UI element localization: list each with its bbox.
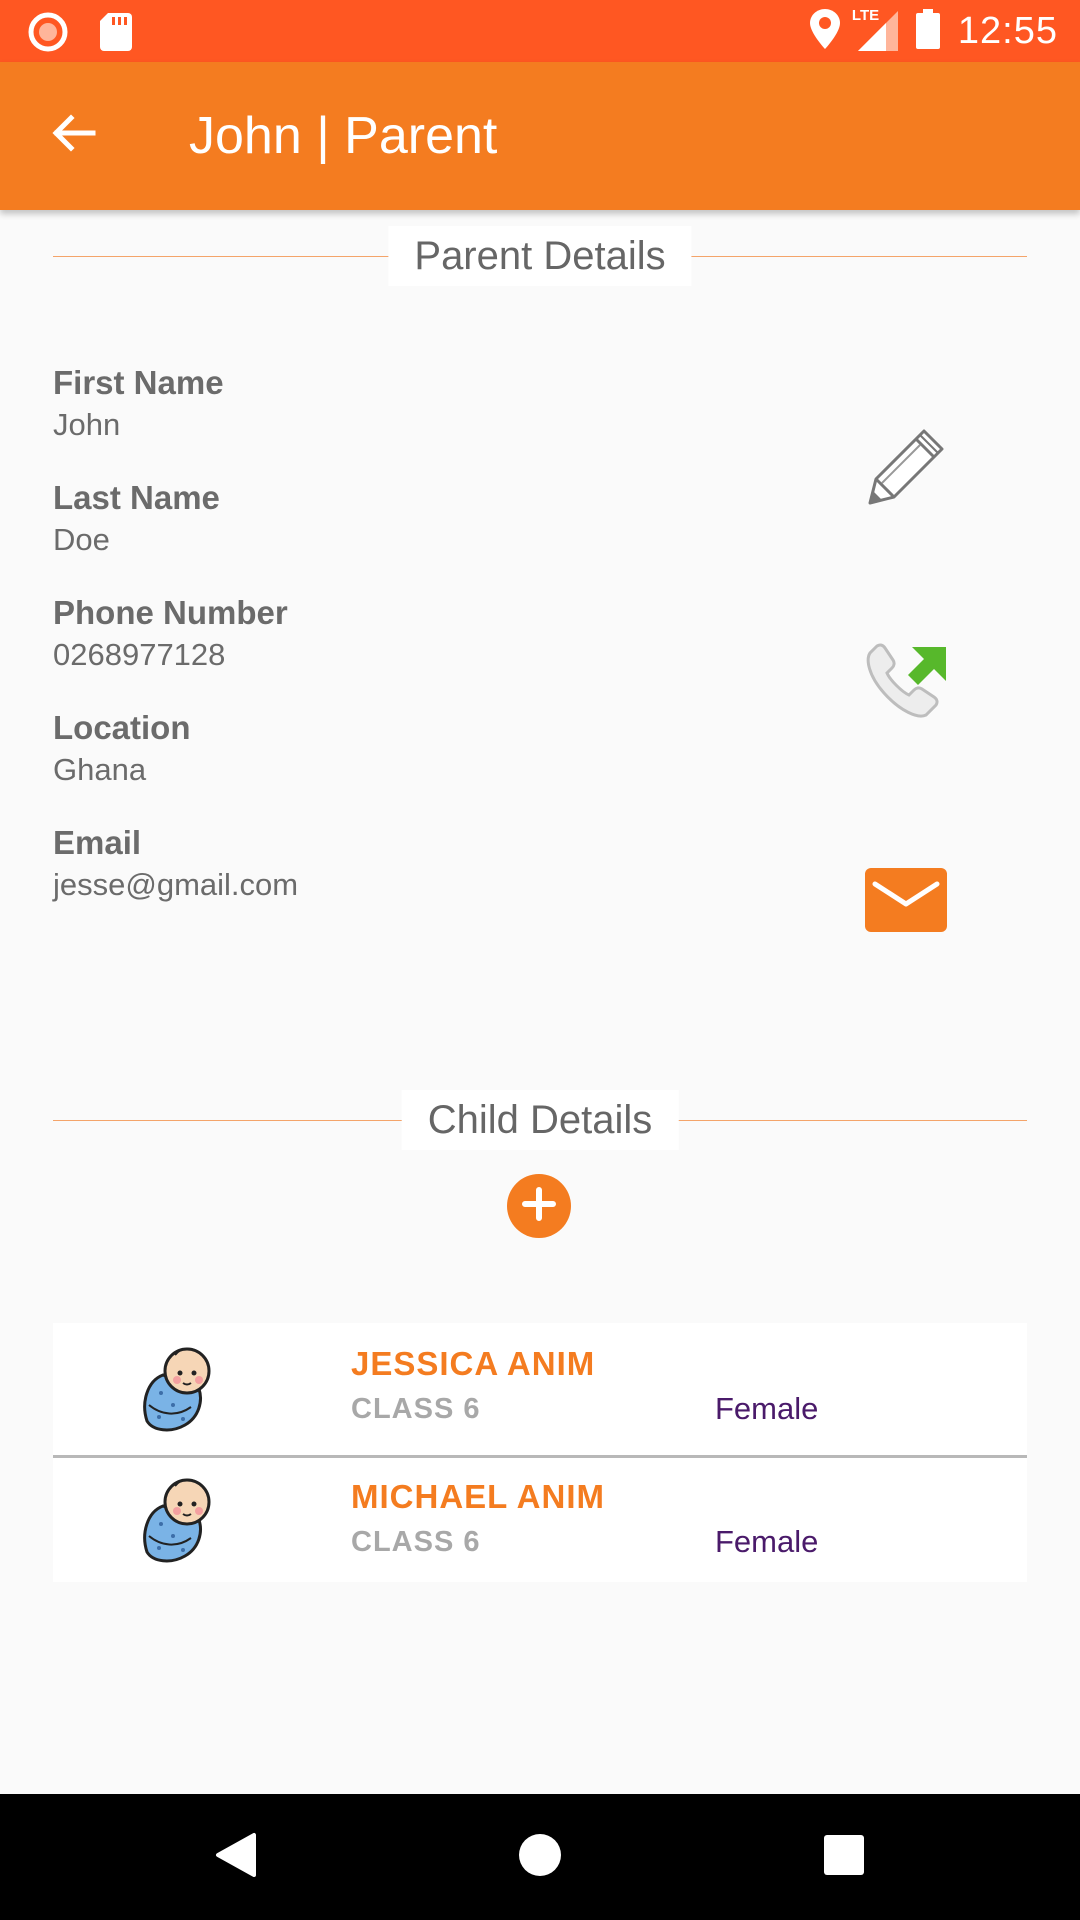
add-child-button[interactable] bbox=[507, 1174, 571, 1238]
status-right-icons: LTE 12:55 bbox=[809, 0, 1058, 62]
child-details-divider: Child Details bbox=[53, 1090, 1027, 1150]
baby-icon bbox=[133, 1345, 223, 1435]
child-gender: Female bbox=[715, 1391, 819, 1426]
edit-button[interactable] bbox=[860, 425, 950, 511]
first-name-value: John bbox=[53, 407, 121, 442]
child-list-item[interactable]: JESSICA ANIM CLASS 6 Female bbox=[53, 1323, 1027, 1455]
location-field: Location Ghana bbox=[53, 708, 191, 792]
email-label: Email bbox=[53, 824, 142, 861]
back-button[interactable] bbox=[40, 102, 106, 168]
call-outgoing-icon bbox=[862, 635, 948, 726]
recents-square-icon bbox=[824, 1834, 864, 1880]
last-name-label: Last Name bbox=[53, 479, 220, 516]
status-bar: LTE 12:55 bbox=[0, 0, 1080, 62]
child-list-item[interactable]: MICHAEL ANIM CLASS 6 Female bbox=[53, 1458, 1027, 1582]
child-name: MICHAEL ANIM bbox=[351, 1478, 605, 1515]
phone-number-label: Phone Number bbox=[53, 594, 288, 631]
call-button[interactable] bbox=[860, 637, 950, 723]
first-name-field: First Name John bbox=[53, 363, 224, 447]
baby-icon bbox=[133, 1476, 223, 1566]
child-class: CLASS 6 bbox=[351, 1393, 481, 1425]
plus-circle-icon bbox=[521, 1186, 557, 1227]
first-name-label: First Name bbox=[53, 364, 224, 401]
nav-recents-button[interactable] bbox=[811, 1824, 877, 1890]
location-icon bbox=[809, 8, 840, 54]
nav-home-button[interactable] bbox=[507, 1824, 573, 1890]
home-circle-icon bbox=[517, 1832, 563, 1883]
email-field: Email jesse@gmail.com bbox=[53, 823, 298, 907]
network-type-label: LTE bbox=[851, 7, 880, 24]
last-name-value: Doe bbox=[53, 522, 110, 557]
arrow-left-icon bbox=[49, 109, 97, 162]
app-bar: John | Parent bbox=[0, 62, 1080, 210]
battery-icon bbox=[915, 8, 940, 54]
child-class: CLASS 6 bbox=[351, 1526, 481, 1558]
child-details-heading: Child Details bbox=[401, 1090, 679, 1150]
phone-number-field: Phone Number 0268977128 bbox=[53, 593, 288, 677]
page-title: John | Parent bbox=[189, 107, 498, 165]
nav-back-button[interactable] bbox=[203, 1824, 269, 1890]
sd-card-icon bbox=[100, 13, 132, 56]
location-label: Location bbox=[53, 709, 191, 746]
email-value: jesse@gmail.com bbox=[53, 867, 299, 902]
pencil-icon bbox=[862, 423, 948, 514]
record-icon bbox=[28, 12, 68, 57]
back-triangle-icon bbox=[214, 1831, 258, 1884]
child-name: JESSICA ANIM bbox=[351, 1345, 596, 1382]
parent-details-divider: Parent Details bbox=[53, 226, 1027, 286]
status-clock: 12:55 bbox=[957, 9, 1058, 52]
child-gender: Female bbox=[715, 1524, 819, 1559]
navigation-bar bbox=[0, 1794, 1080, 1920]
parent-details-heading: Parent Details bbox=[388, 226, 692, 286]
signal-icon: LTE bbox=[852, 7, 898, 51]
email-icon bbox=[865, 867, 947, 937]
status-left-icons bbox=[28, 12, 132, 57]
email-button[interactable] bbox=[865, 867, 947, 937]
location-value: Ghana bbox=[53, 752, 147, 787]
last-name-field: Last Name Doe bbox=[53, 478, 220, 562]
phone-number-value: 0268977128 bbox=[53, 637, 226, 672]
